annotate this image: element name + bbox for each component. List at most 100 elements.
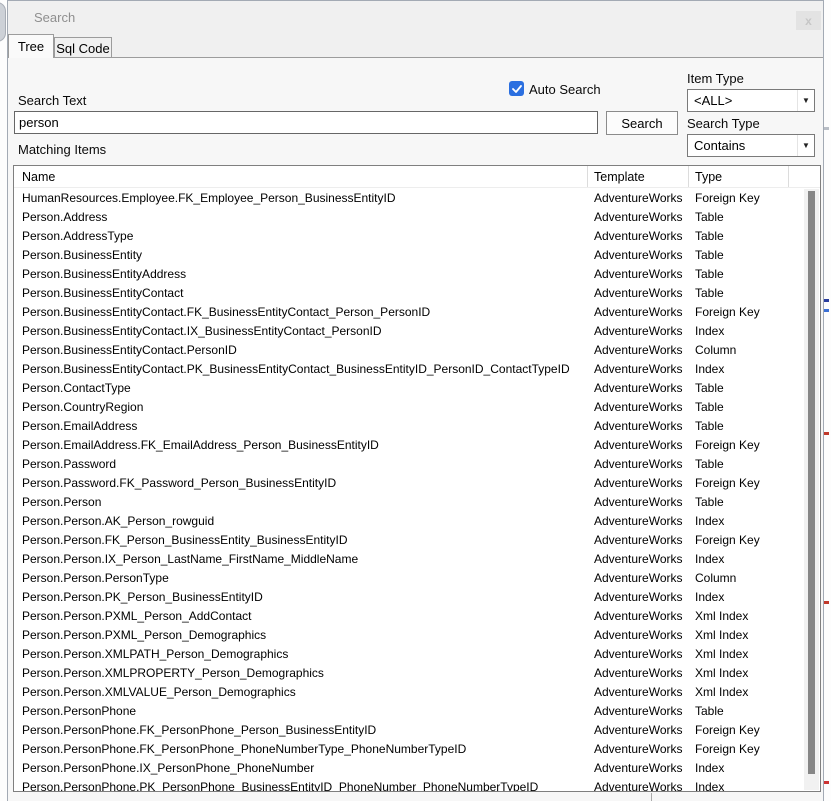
- column-header-type[interactable]: Type: [689, 166, 789, 187]
- table-row[interactable]: Person.BusinessEntityContact.PersonID Ad…: [14, 340, 804, 359]
- cell-type: Index: [689, 552, 789, 566]
- cell-template: AdventureWorks: [588, 552, 689, 566]
- cell-template: AdventureWorks: [588, 590, 689, 604]
- table-row[interactable]: Person.Person.AK_Person_rowguid Adventur…: [14, 511, 804, 530]
- table-row[interactable]: Person.PersonPhone AdventureWorks Table: [14, 701, 804, 720]
- cell-name: Person.PersonPhone.FK_PersonPhone_Person…: [14, 723, 588, 737]
- table-row[interactable]: Person.Person.XMLPATH_Person_Demographic…: [14, 644, 804, 663]
- matching-items-label: Matching Items: [18, 142, 106, 157]
- cell-template: AdventureWorks: [588, 628, 689, 642]
- search-type-select[interactable]: Contains ▼: [687, 134, 815, 157]
- vertical-scrollbar[interactable]: [804, 189, 819, 790]
- cell-template: AdventureWorks: [588, 343, 689, 357]
- column-header-filler: [789, 166, 820, 187]
- table-row[interactable]: Person.Person AdventureWorks Table: [14, 492, 804, 511]
- auto-search-checkbox[interactable]: [509, 81, 524, 96]
- table-row[interactable]: Person.PersonPhone.FK_PersonPhone_Person…: [14, 720, 804, 739]
- cell-type: Index: [689, 761, 789, 775]
- tab-tree[interactable]: Tree: [8, 34, 54, 58]
- table-row[interactable]: Person.Person.XMLPROPERTY_Person_Demogra…: [14, 663, 804, 682]
- table-row[interactable]: Person.BusinessEntityContact.FK_Business…: [14, 302, 804, 321]
- search-button[interactable]: Search: [606, 111, 678, 135]
- cell-type: Xml Index: [689, 628, 789, 642]
- cell-type: Table: [689, 248, 789, 262]
- table-row[interactable]: Person.Person.PXML_Person_AddContact Adv…: [14, 606, 804, 625]
- cell-template: AdventureWorks: [588, 305, 689, 319]
- cell-name: Person.Address: [14, 210, 588, 224]
- cell-type: Xml Index: [689, 666, 789, 680]
- cell-template: AdventureWorks: [588, 210, 689, 224]
- table-row[interactable]: Person.EmailAddress AdventureWorks Table: [14, 416, 804, 435]
- cell-type: Table: [689, 419, 789, 433]
- table-row[interactable]: Person.PersonPhone.FK_PersonPhone_PhoneN…: [14, 739, 804, 758]
- table-row[interactable]: Person.Person.PK_Person_BusinessEntityID…: [14, 587, 804, 606]
- table-row[interactable]: Person.PersonPhone.IX_PersonPhone_PhoneN…: [14, 758, 804, 777]
- table-row[interactable]: Person.CountryRegion AdventureWorks Tabl…: [14, 397, 804, 416]
- tab-tree-label: Tree: [18, 39, 44, 54]
- table-row[interactable]: Person.Person.XMLVALUE_Person_Demographi…: [14, 682, 804, 701]
- table-row[interactable]: Person.ContactType AdventureWorks Table: [14, 378, 804, 397]
- cell-type: Foreign Key: [689, 476, 789, 490]
- table-row[interactable]: Person.BusinessEntityContact.PK_Business…: [14, 359, 804, 378]
- auto-search-label: Auto Search: [529, 82, 601, 97]
- close-icon: x: [805, 14, 812, 28]
- close-button[interactable]: x: [796, 11, 821, 30]
- table-row[interactable]: Person.Person.PersonType AdventureWorks …: [14, 568, 804, 587]
- cell-name: Person.BusinessEntityContact.PersonID: [14, 343, 588, 357]
- item-type-label: Item Type: [687, 71, 744, 86]
- cell-name: Person.BusinessEntityContact.FK_Business…: [14, 305, 588, 319]
- cell-template: AdventureWorks: [588, 419, 689, 433]
- cell-name: Person.Person.PersonType: [14, 571, 588, 585]
- cell-type: Foreign Key: [689, 533, 789, 547]
- search-input[interactable]: [14, 111, 598, 134]
- table-row[interactable]: Person.Person.IX_Person_LastName_FirstNa…: [14, 549, 804, 568]
- search-type-label: Search Type: [687, 116, 760, 131]
- item-type-select[interactable]: <ALL> ▼: [687, 89, 815, 112]
- cell-type: Index: [689, 514, 789, 528]
- cell-template: AdventureWorks: [588, 324, 689, 338]
- cell-type: Foreign Key: [689, 742, 789, 756]
- table-row[interactable]: Person.Person.FK_Person_BusinessEntity_B…: [14, 530, 804, 549]
- table-row[interactable]: Person.Password AdventureWorks Table: [14, 454, 804, 473]
- table-row[interactable]: Person.PersonPhone.PK_PersonPhone_Busine…: [14, 777, 804, 791]
- results-body: HumanResources.Employee.FK_Employee_Pers…: [14, 188, 804, 791]
- background-artifact: [824, 127, 829, 130]
- table-row[interactable]: Person.Address AdventureWorks Table: [14, 207, 804, 226]
- table-row[interactable]: Person.AddressType AdventureWorks Table: [14, 226, 804, 245]
- table-row[interactable]: Person.EmailAddress.FK_EmailAddress_Pers…: [14, 435, 804, 454]
- cell-type: Xml Index: [689, 647, 789, 661]
- cell-name: HumanResources.Employee.FK_Employee_Pers…: [14, 191, 588, 205]
- tab-sql-code[interactable]: Sql Code: [54, 37, 112, 58]
- cell-name: Person.Password.FK_Password_Person_Busin…: [14, 476, 588, 490]
- table-row[interactable]: Person.BusinessEntityAddress AdventureWo…: [14, 264, 804, 283]
- cell-name: Person.BusinessEntity: [14, 248, 588, 262]
- window-title: Search: [34, 10, 75, 25]
- scroll-corner-divider: [651, 793, 652, 801]
- cell-name: Person.Person.PK_Person_BusinessEntityID: [14, 590, 588, 604]
- cell-name: Person.Person.XMLPROPERTY_Person_Demogra…: [14, 666, 588, 680]
- cell-name: Person.BusinessEntityContact: [14, 286, 588, 300]
- title-bar[interactable]: Search x: [8, 1, 823, 33]
- column-header-template[interactable]: Template: [588, 166, 689, 187]
- table-row[interactable]: Person.Person.PXML_Person_Demographics A…: [14, 625, 804, 644]
- cell-name: Person.BusinessEntityContact.PK_Business…: [14, 362, 588, 376]
- cell-type: Index: [689, 362, 789, 376]
- background-shape: [0, 2, 6, 42]
- item-type-value: <ALL>: [688, 93, 797, 108]
- column-header-name[interactable]: Name: [14, 166, 588, 187]
- background-artifact: [824, 781, 829, 784]
- table-row[interactable]: Person.BusinessEntityContact AdventureWo…: [14, 283, 804, 302]
- cell-template: AdventureWorks: [588, 495, 689, 509]
- table-row[interactable]: Person.BusinessEntity AdventureWorks Tab…: [14, 245, 804, 264]
- table-row[interactable]: Person.Password.FK_Password_Person_Busin…: [14, 473, 804, 492]
- results-header: Name Template Type: [14, 166, 820, 188]
- cell-template: AdventureWorks: [588, 609, 689, 623]
- cell-type: Table: [689, 495, 789, 509]
- cell-template: AdventureWorks: [588, 381, 689, 395]
- cell-type: Foreign Key: [689, 191, 789, 205]
- table-row[interactable]: Person.BusinessEntityContact.IX_Business…: [14, 321, 804, 340]
- cell-type: Index: [689, 324, 789, 338]
- table-row[interactable]: HumanResources.Employee.FK_Employee_Pers…: [14, 188, 804, 207]
- scrollbar-thumb[interactable]: [808, 191, 815, 774]
- cell-template: AdventureWorks: [588, 533, 689, 547]
